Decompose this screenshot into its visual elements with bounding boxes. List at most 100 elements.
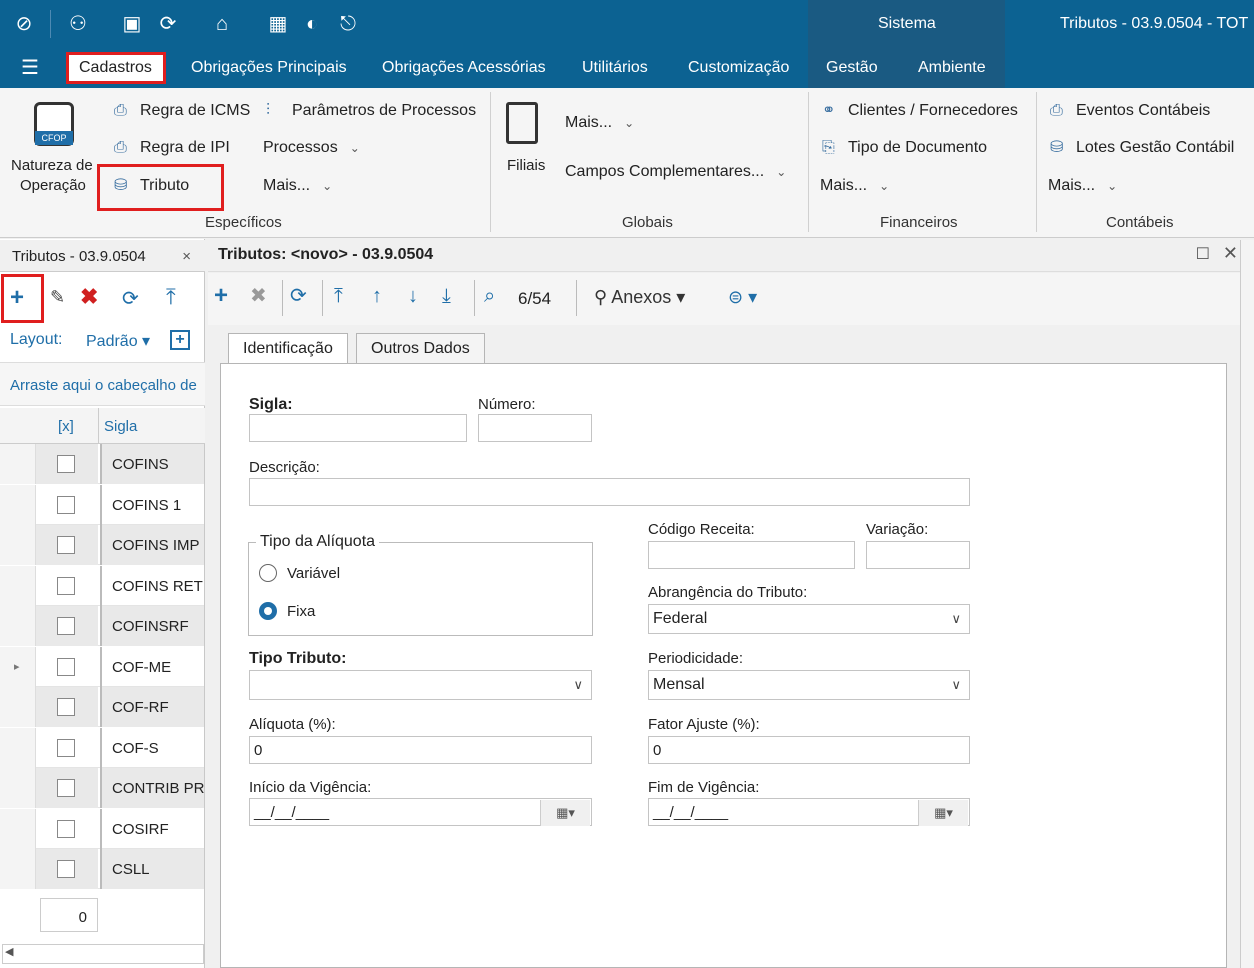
anexos-button[interactable]: ⚲ Anexos ▾ bbox=[594, 287, 685, 308]
table-row[interactable]: COFINS bbox=[0, 444, 204, 484]
first-record-icon[interactable]: ⤒ bbox=[166, 284, 176, 310]
tab-identificacao[interactable]: Identificação bbox=[228, 333, 348, 365]
row-checkbox[interactable] bbox=[57, 738, 75, 757]
row-checkbox[interactable] bbox=[57, 657, 75, 676]
table-row[interactable]: COFINS 1 bbox=[0, 484, 204, 525]
row-indicator bbox=[0, 687, 36, 727]
row-checkbox[interactable] bbox=[57, 455, 75, 473]
close-icon[interactable]: × bbox=[182, 248, 191, 265]
refresh-icon[interactable]: ⟳ bbox=[290, 284, 307, 308]
row-checkbox[interactable] bbox=[57, 495, 75, 514]
screen-icon[interactable]: ▣ bbox=[120, 12, 144, 36]
edit-icon[interactable]: ✎ bbox=[50, 287, 65, 308]
row-checkbox[interactable] bbox=[57, 617, 75, 635]
variavel-radio[interactable] bbox=[259, 564, 277, 582]
calendar-icon[interactable]: ▦▾ bbox=[918, 800, 968, 826]
table-row[interactable]: COSIRF bbox=[0, 808, 204, 849]
table-row[interactable]: CONTRIB PR bbox=[0, 768, 204, 808]
menu-cadastros[interactable]: Cadastros bbox=[66, 52, 166, 84]
mais-especificos-button[interactable]: Mais... ⌄ bbox=[263, 176, 332, 196]
col-sigla-header[interactable]: Sigla bbox=[104, 418, 137, 435]
eventos-contabeis-button[interactable]: ⎙ Eventos Contábeis bbox=[1050, 101, 1210, 121]
mais-globais-button[interactable]: Mais... ⌄ bbox=[565, 113, 634, 133]
menu-obrigacoes-acessorias[interactable]: Obrigações Acessórias bbox=[382, 58, 546, 78]
calendar-icon[interactable]: ▦▾ bbox=[540, 800, 590, 826]
fixa-radio[interactable] bbox=[259, 602, 277, 620]
row-checkbox[interactable] bbox=[57, 576, 75, 595]
row-checkbox[interactable] bbox=[57, 819, 75, 838]
mais-contabeis-button[interactable]: Mais... ⌄ bbox=[1048, 176, 1117, 196]
delete-icon[interactable]: ✖ bbox=[80, 284, 98, 310]
row-checkbox[interactable] bbox=[57, 860, 75, 878]
add-icon[interactable]: + bbox=[214, 284, 228, 308]
aliquota-input[interactable]: 0 bbox=[249, 736, 592, 764]
first-record-icon[interactable]: ⤒ bbox=[334, 284, 343, 308]
close-icon[interactable]: ✕ bbox=[1223, 243, 1238, 264]
expand-layout-icon[interactable]: + bbox=[170, 330, 190, 350]
last-record-icon[interactable]: ⤓ bbox=[442, 284, 451, 308]
lotes-gestao-button[interactable]: ⛁ Lotes Gestão Contábil bbox=[1050, 138, 1234, 158]
parametros-processos-button[interactable]: ⫶ Parâmetros de Processos bbox=[266, 101, 476, 121]
filiais-button[interactable]: Filiais bbox=[502, 100, 552, 190]
exit-icon[interactable]: ⎋ bbox=[336, 12, 360, 36]
descricao-input[interactable] bbox=[249, 478, 970, 506]
table-row[interactable]: COF-RF bbox=[0, 687, 204, 727]
globe-icon[interactable]: ◐ bbox=[300, 12, 324, 36]
numero-input[interactable] bbox=[478, 414, 592, 442]
previous-record-icon[interactable]: ↑ bbox=[372, 284, 382, 308]
menu-icon[interactable]: ☰ bbox=[18, 56, 42, 80]
natureza-operacao-button[interactable]: CFOP Natureza de Operação bbox=[8, 98, 100, 198]
menu-obrigacoes-principais[interactable]: Obrigações Principais bbox=[191, 58, 347, 78]
table-row[interactable]: CSLL bbox=[0, 849, 204, 889]
row-checkbox[interactable] bbox=[57, 698, 75, 716]
list-tab[interactable]: Tributos - 03.9.0504 × bbox=[0, 240, 205, 272]
clientes-fornecedores-button[interactable]: ⚭ Clientes / Fornecedores bbox=[822, 101, 1018, 121]
mais-financeiros-button[interactable]: Mais... ⌄ bbox=[820, 176, 889, 196]
abrangencia-select[interactable]: Federal ∨ bbox=[648, 604, 970, 634]
grid-icon[interactable]: ▦ bbox=[266, 12, 290, 36]
campos-complementares-button[interactable]: Campos Complementares... ⌄ bbox=[565, 162, 786, 182]
table-row[interactable]: COFINSRF bbox=[0, 606, 204, 646]
layout-dropdown[interactable]: Padrão ▾ bbox=[86, 331, 150, 351]
fim-vigencia-input[interactable]: __/__/____ ▦▾ bbox=[648, 798, 970, 826]
sistema-label[interactable]: Sistema bbox=[878, 14, 936, 34]
next-record-icon[interactable]: ↓ bbox=[408, 284, 418, 308]
periodicidade-select[interactable]: Mensal ∨ bbox=[648, 670, 970, 700]
table-row[interactable]: COF-S bbox=[0, 727, 204, 768]
table-row[interactable]: COFINS IMP bbox=[0, 525, 204, 565]
inicio-vigencia-input[interactable]: __/__/____ ▦▾ bbox=[249, 798, 592, 826]
row-checkbox[interactable] bbox=[57, 536, 75, 554]
row-indicator bbox=[0, 768, 36, 808]
tipo-tributo-select[interactable]: ∨ bbox=[249, 670, 592, 700]
col-check-header[interactable]: [x] bbox=[58, 418, 74, 435]
scroll-left-icon[interactable]: ◀ bbox=[5, 945, 13, 958]
maximize-icon[interactable]: ☐ bbox=[1196, 244, 1210, 264]
regra-icms-button[interactable]: ⎙ Regra de ICMS bbox=[114, 101, 250, 121]
people-icon: ⚭ bbox=[822, 102, 836, 119]
org-chart-icon[interactable]: ⚇ bbox=[66, 12, 90, 36]
refresh-window-icon[interactable]: ⟳ bbox=[156, 12, 180, 36]
table-row[interactable]: ▸ COF-ME bbox=[0, 646, 204, 687]
processos-button[interactable]: Processos ⌄ bbox=[263, 138, 360, 158]
fator-ajuste-input[interactable]: 0 bbox=[648, 736, 970, 764]
variacao-input[interactable] bbox=[866, 541, 970, 569]
row-checkbox-cell bbox=[36, 606, 98, 646]
regra-ipi-button[interactable]: ⎙ Regra de IPI bbox=[114, 138, 230, 158]
options-dropdown[interactable]: ⊜ ▾ bbox=[728, 287, 757, 308]
sigla-input[interactable] bbox=[249, 414, 467, 442]
menu-gestao[interactable]: Gestão bbox=[826, 58, 878, 78]
row-checkbox[interactable] bbox=[57, 779, 75, 797]
menu-utilitarios[interactable]: Utilitários bbox=[582, 58, 648, 78]
periodicidade-value: Mensal bbox=[653, 676, 705, 693]
tipo-documento-button[interactable]: ⎘ Tipo de Documento bbox=[822, 138, 987, 158]
horizontal-scrollbar[interactable]: ◀ bbox=[2, 944, 204, 964]
table-row[interactable]: COFINS RET bbox=[0, 565, 204, 606]
menu-ambiente[interactable]: Ambiente bbox=[918, 58, 986, 78]
tab-outros-dados[interactable]: Outros Dados bbox=[356, 333, 485, 364]
app-logo-icon[interactable]: ⊘ bbox=[12, 12, 36, 36]
home-icon[interactable]: ⌂ bbox=[210, 12, 234, 36]
codigo-receita-input[interactable] bbox=[648, 541, 855, 569]
search-icon[interactable]: ⌕ bbox=[484, 284, 495, 308]
menu-customizacao[interactable]: Customização bbox=[688, 58, 789, 78]
refresh-icon[interactable]: ⟳ bbox=[122, 286, 139, 311]
